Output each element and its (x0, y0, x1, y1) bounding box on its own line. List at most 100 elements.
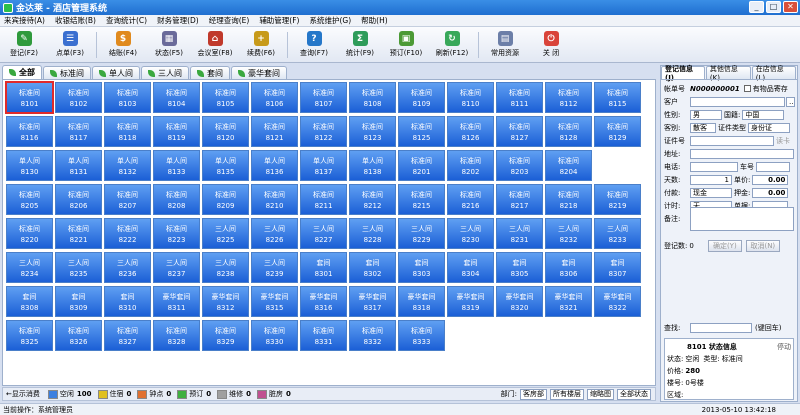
toolbar-button-6[interactable]: ? 查询(F7) (294, 29, 334, 61)
room-tile[interactable]: 单人间 8137 (300, 150, 347, 181)
menu-item-7[interactable]: 帮助(H) (361, 15, 388, 26)
room-tile[interactable]: 标准间 8121 (251, 116, 298, 147)
guest-type-select[interactable]: 散客 (690, 122, 716, 133)
room-tile[interactable]: 标准间 8333 (398, 320, 445, 351)
room-tile[interactable]: 豪华套间 8312 (202, 286, 249, 317)
room-tile[interactable]: 豪华套间 8319 (447, 286, 494, 317)
filter-select-2[interactable]: 缩略图 (587, 388, 614, 400)
panel-tab-0[interactable]: 登记信息(J) (661, 65, 705, 82)
nationality-select[interactable]: 中国 (742, 109, 785, 120)
room-tile[interactable]: 豪华套间 8322 (594, 286, 641, 317)
room-tile[interactable]: 标准间 8119 (153, 116, 200, 147)
room-tile[interactable]: 标准间 8101 (5, 81, 54, 114)
room-tile[interactable]: 标准间 8211 (300, 184, 347, 215)
menu-item-3[interactable]: 财务管理(D) (157, 15, 199, 26)
room-tile[interactable]: 豪华套间 8320 (496, 286, 543, 317)
room-tile[interactable]: 标准间 8123 (349, 116, 396, 147)
room-tile[interactable]: 套间 8304 (447, 252, 494, 283)
room-tile[interactable]: 标准间 8202 (447, 150, 494, 181)
room-tile[interactable]: 三人间 8237 (153, 252, 200, 283)
menu-item-1[interactable]: 收银结账(B) (55, 15, 96, 26)
room-tile[interactable]: 套间 8308 (6, 286, 53, 317)
price-field[interactable]: 0.00 (752, 174, 789, 185)
room-tile[interactable]: 标准间 8332 (349, 320, 396, 351)
room-tile[interactable]: 豪华套间 8317 (349, 286, 396, 317)
menu-item-2[interactable]: 查询统计(C) (106, 15, 147, 26)
room-tile[interactable]: 单人间 8131 (55, 150, 102, 181)
room-tile[interactable]: 三人间 8239 (251, 252, 298, 283)
room-tile[interactable]: 标准间 8110 (447, 82, 494, 113)
room-tile[interactable]: 标准间 8215 (398, 184, 445, 215)
room-tile[interactable]: 标准间 8127 (496, 116, 543, 147)
room-tile[interactable]: 标准间 8203 (496, 150, 543, 181)
toolbar-button-5[interactable]: + 续费(F6) (241, 29, 281, 61)
close-button[interactable]: ✕ (783, 1, 798, 13)
room-tile[interactable]: 标准间 8117 (55, 116, 102, 147)
room-tile[interactable]: 单人间 8136 (251, 150, 298, 181)
days-field[interactable]: 1 (690, 174, 732, 185)
room-tile[interactable]: 标准间 8207 (104, 184, 151, 215)
room-tile[interactable]: 标准间 8223 (153, 218, 200, 249)
panel-tab-2[interactable]: 在店信息(L) (751, 65, 796, 82)
room-tile[interactable]: 标准间 8327 (104, 320, 151, 351)
room-tile[interactable]: 标准间 8108 (349, 82, 396, 113)
room-tile[interactable]: 三人间 8230 (447, 218, 494, 249)
room-tile[interactable]: 标准间 8217 (496, 184, 543, 215)
room-tile[interactable]: 标准间 8120 (202, 116, 249, 147)
room-tile[interactable]: 套间 8310 (104, 286, 151, 317)
toolbar-button-9[interactable]: ↻ 刷新(F12) (432, 29, 472, 61)
room-tile[interactable]: 套间 8302 (349, 252, 396, 283)
plate-field[interactable] (756, 161, 790, 172)
room-tile[interactable]: 单人间 8133 (153, 150, 200, 181)
valuables-checkbox[interactable] (743, 85, 751, 92)
gender-select[interactable]: 男 (690, 109, 722, 120)
room-tile[interactable]: 标准间 8210 (251, 184, 298, 215)
room-tile[interactable]: 标准间 8125 (398, 116, 445, 147)
room-tab-3[interactable]: 三人间 (141, 66, 189, 79)
room-tile[interactable]: 套间 8309 (55, 286, 102, 317)
room-tile[interactable]: 标准间 8330 (251, 320, 298, 351)
room-tile[interactable]: 标准间 8104 (153, 82, 200, 113)
room-tile[interactable]: 标准间 8109 (398, 82, 445, 113)
room-tile[interactable]: 豪华套间 8321 (545, 286, 592, 317)
room-tile[interactable]: 标准间 8325 (6, 320, 53, 351)
room-tile[interactable]: 单人间 8138 (349, 150, 396, 181)
room-tile[interactable]: 标准间 8220 (6, 218, 53, 249)
toolbar-button-11[interactable]: ⏻ 关 闭 (531, 29, 571, 61)
room-tile[interactable]: 套间 8303 (398, 252, 445, 283)
room-tile[interactable]: 豪华套间 8316 (300, 286, 347, 317)
room-tile[interactable]: 单人间 8135 (202, 150, 249, 181)
cancel-button[interactable]: 取消(N) (745, 239, 780, 252)
toolbar-button-1[interactable]: ☰ 点单(F3) (50, 29, 90, 61)
id-type-select[interactable]: 身份证 (748, 122, 790, 133)
room-tile[interactable]: 套间 8301 (300, 252, 347, 283)
room-tile[interactable]: 标准间 8209 (202, 184, 249, 215)
room-tile[interactable]: 标准间 8328 (153, 320, 200, 351)
room-tile[interactable]: 豪华套间 8311 (153, 286, 200, 317)
phone-field[interactable] (690, 161, 738, 172)
room-tile[interactable]: 套间 8307 (594, 252, 641, 283)
room-tile[interactable]: 三人间 8227 (300, 218, 347, 249)
filter-select-0[interactable]: 客房部 (520, 388, 547, 400)
room-tile[interactable]: 标准间 8329 (202, 320, 249, 351)
room-tab-2[interactable]: 单人间 (92, 66, 140, 79)
read-card-button[interactable]: 读卡 (776, 136, 790, 146)
room-tile[interactable]: 标准间 8326 (55, 320, 102, 351)
room-tile[interactable]: 标准间 8201 (398, 150, 445, 181)
filter-select-3[interactable]: 全部状态 (617, 388, 651, 400)
room-tile[interactable]: 单人间 8132 (104, 150, 151, 181)
confirm-button[interactable]: 确定(Y) (707, 239, 742, 252)
customer-field[interactable] (690, 96, 785, 107)
pay-method-select[interactable]: 现金 (690, 187, 732, 198)
room-tile[interactable]: 标准间 8122 (300, 116, 347, 147)
room-tile[interactable]: 标准间 8331 (300, 320, 347, 351)
customer-browse-button[interactable]: … (786, 96, 795, 107)
room-tile[interactable]: 标准间 8107 (300, 82, 347, 113)
room-tile[interactable]: 三人间 8229 (398, 218, 445, 249)
room-tile[interactable]: 套间 8305 (496, 252, 543, 283)
panel-tab-1[interactable]: 其他信息(K) (705, 65, 751, 82)
toolbar-button-8[interactable]: ▣ 预订(F10) (386, 29, 426, 61)
room-tile[interactable]: 套间 8306 (545, 252, 592, 283)
search-input[interactable] (690, 322, 752, 333)
room-tile[interactable]: 标准间 8112 (545, 82, 592, 113)
